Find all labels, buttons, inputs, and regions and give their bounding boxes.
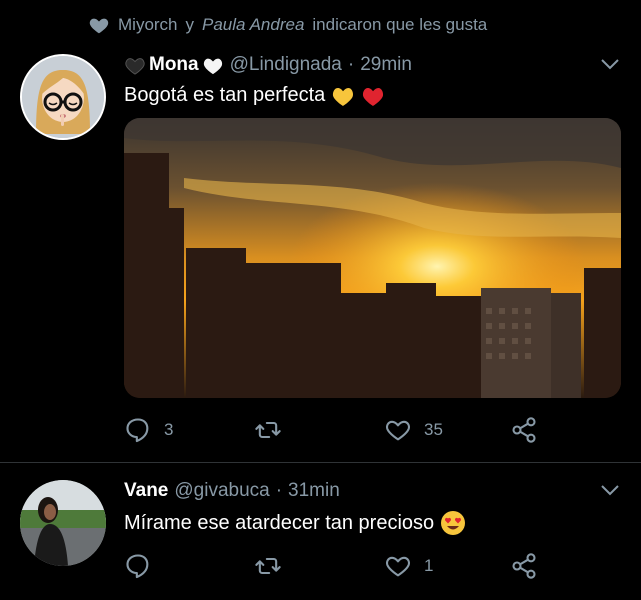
liked-connector: y [185, 15, 195, 34]
tweet[interactable]: Mona @Lindignada · 29min Bogotá es tan p… [0, 44, 641, 462]
yellow-heart-icon [333, 87, 354, 106]
tweet-actions: 1 [124, 552, 544, 582]
avatar-illustration [22, 56, 104, 138]
tweet-text-content: Mírame ese atardecer tan precioso [124, 511, 435, 534]
like-button[interactable]: 35 [384, 416, 443, 444]
share-button[interactable] [510, 416, 538, 444]
reply-button[interactable] [124, 552, 164, 580]
retweet-icon [255, 557, 281, 575]
like-button[interactable]: 1 [384, 552, 433, 580]
liked-suffix: indicaron que les gusta [312, 15, 488, 34]
display-name-text: Mona [149, 54, 199, 75]
separator: · [275, 480, 283, 501]
separator: · [347, 54, 355, 75]
tweet-header: Vane @givabuca · 31min [124, 480, 340, 502]
sunset-photo [124, 118, 621, 398]
black-heart-icon [125, 58, 145, 75]
tweet-photo[interactable] [124, 118, 621, 398]
share-icon [512, 417, 536, 443]
tweet-header: Mona @Lindignada · 29min [124, 54, 412, 76]
liked-user-1[interactable]: Miyorch [118, 15, 178, 35]
liked-banner: Miyorch y Paula Andrea indicaron que les… [88, 14, 487, 36]
reply-icon [126, 418, 149, 443]
reply-button[interactable]: 3 [124, 416, 173, 444]
retweet-button[interactable] [254, 552, 294, 580]
display-name[interactable]: Mona [124, 54, 224, 76]
reply-icon [126, 554, 149, 579]
chevron-down-icon[interactable] [599, 56, 621, 72]
avatar[interactable] [20, 54, 106, 140]
heart-icon [385, 420, 411, 441]
avatar-photo [20, 480, 106, 566]
share-icon [512, 553, 536, 579]
retweet-button[interactable] [254, 416, 294, 444]
timestamp[interactable]: 31min [288, 480, 340, 502]
tweet-text-content: Bogotá es tan perfecta [124, 84, 326, 106]
tweet-text: Mírame ese atardecer tan precioso [124, 510, 466, 536]
handle[interactable]: @Lindignada [230, 54, 342, 76]
reply-count: 3 [164, 420, 174, 439]
display-name[interactable]: Vane [124, 480, 168, 502]
red-heart-icon [363, 87, 384, 106]
tweet[interactable]: Vane @givabuca · 31min Mírame ese atarde… [0, 466, 641, 600]
avatar[interactable] [20, 480, 106, 566]
heart-icon [385, 556, 411, 577]
retweet-icon [255, 421, 281, 439]
like-count: 1 [424, 556, 434, 575]
like-count: 35 [424, 420, 443, 439]
tweet-text: Bogotá es tan perfecta [124, 84, 385, 107]
white-heart-icon [203, 58, 222, 75]
handle[interactable]: @givabuca [174, 480, 269, 502]
heart-icon [89, 18, 109, 34]
heart-eyes-emoji-icon [441, 511, 466, 535]
share-button[interactable] [510, 552, 538, 580]
chevron-down-icon[interactable] [599, 482, 621, 498]
timestamp[interactable]: 29min [360, 54, 412, 76]
liked-user-2[interactable]: Paula Andrea [202, 15, 304, 35]
divider [0, 462, 641, 463]
tweet-actions: 3 35 [124, 416, 544, 446]
